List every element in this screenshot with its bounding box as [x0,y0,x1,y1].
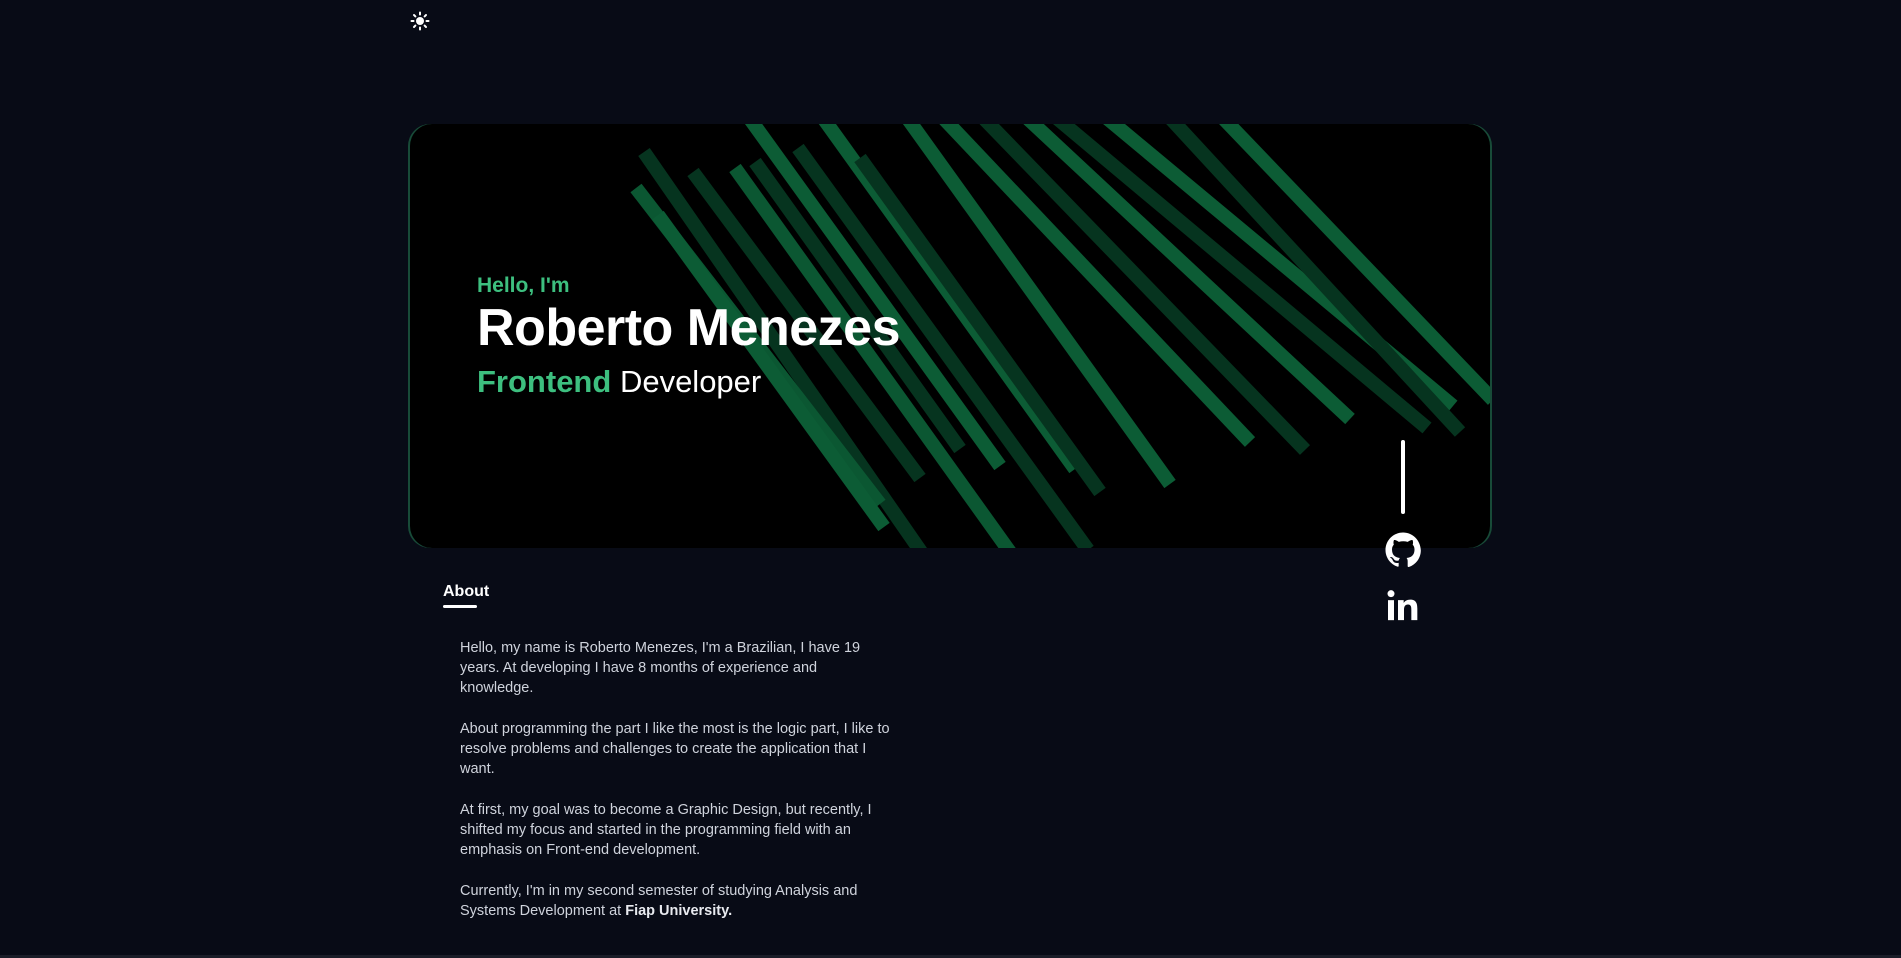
tab-about[interactable]: About [443,583,489,601]
sun-icon [410,11,430,31]
about-paragraph: Hello, my name is Roberto Menezes, I'm a… [460,640,861,696]
hero-name: Roberto Menezes [477,299,901,357]
role-accent: Frontend [477,364,612,399]
hero-role: Frontend Developer [477,364,900,400]
role-rest: Developer [619,364,762,399]
tab-active-indicator [443,605,477,608]
greeting-text: Hello, I'm [477,274,570,297]
theme-toggle-button[interactable] [410,11,430,31]
linkedin-link[interactable] [1383,586,1423,626]
about-paragraph: Currently, I'm in my second semester of … [460,881,890,921]
social-divider [1401,440,1405,514]
github-link[interactable] [1383,530,1423,570]
about-paragraph: About programming the part I like the mo… [460,721,890,777]
hero-banner: Hello, I'm Roberto Menezes Frontend Deve… [410,124,1490,548]
about-paragraph: At first, my goal was to become a Graphi… [460,802,872,858]
linkedin-icon [1387,590,1418,621]
social-links [1383,440,1423,626]
github-icon [1385,532,1421,568]
page: Hello, I'm Roberto Menezes Frontend Deve… [0,0,1901,958]
about-section: Hello, my name is Roberto Menezes, I'm a… [460,638,890,942]
university-name: Fiap University. [625,903,733,919]
hero-text: Hello, I'm Roberto Menezes Frontend Deve… [477,274,901,400]
